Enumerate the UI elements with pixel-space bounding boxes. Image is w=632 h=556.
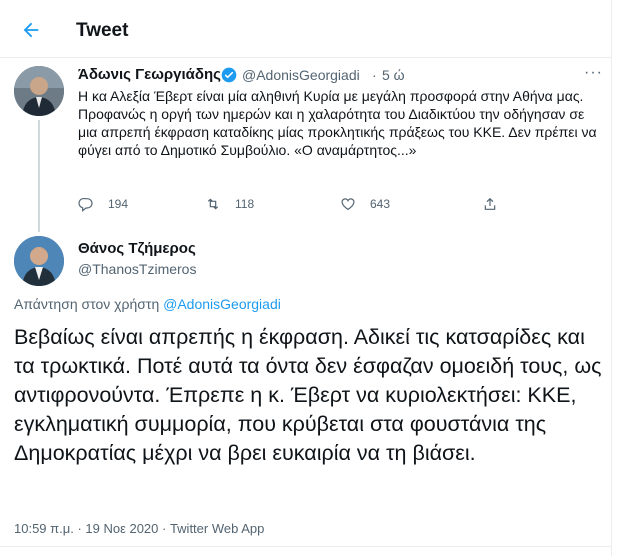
- page-title: Tweet: [76, 20, 129, 41]
- parent-author-name[interactable]: Άδωνις Γεωργιάδης: [78, 66, 221, 83]
- arrow-left-icon: [23, 22, 39, 38]
- author-handle[interactable]: @ThanosTzimeros: [78, 261, 196, 277]
- like-count: 643: [370, 197, 391, 211]
- like-button[interactable]: 643: [340, 196, 390, 212]
- share-icon: [484, 197, 496, 210]
- reply-button[interactable]: 194: [78, 196, 128, 212]
- verified-badge-icon: [221, 67, 237, 83]
- page-edge: [613, 0, 632, 556]
- reply-count: 194: [108, 197, 129, 211]
- header: Tweet: [0, 0, 612, 58]
- tweet-meta[interactable]: 10:59 π.μ. · 19 Νοε 2020 · Twitter Web A…: [14, 521, 264, 536]
- avatar[interactable]: [14, 236, 64, 286]
- parent-timestamp[interactable]: 5 ώ: [382, 67, 405, 83]
- share-button[interactable]: [482, 196, 498, 212]
- tweet-text: Βεβαίως είναι απρεπής η έκφραση. Αδικεί …: [14, 325, 602, 465]
- tweet-column: Tweet Άδωνις Γεωργιάδης @AdonisGeorgiadi…: [0, 0, 612, 556]
- dot-separator: ·: [372, 67, 377, 83]
- thread-connector: [38, 120, 40, 232]
- more-options-button[interactable]: ···: [584, 64, 603, 82]
- divider: [0, 546, 612, 547]
- avatar[interactable]: [14, 66, 64, 116]
- retweet-icon: [207, 198, 219, 210]
- retweet-count: 118: [235, 197, 255, 211]
- retweet-button[interactable]: 118: [205, 196, 254, 212]
- parent-tweet-text: Η κα Αλεξία Έβερτ είναι μία αληθινή Κυρί…: [78, 88, 597, 158]
- reply-context: Απάντηση στον χρήστη @AdonisGeorgiadi: [14, 296, 281, 312]
- reply-icon: [78, 198, 93, 212]
- reply-handle-link[interactable]: @AdonisGeorgiadi: [163, 296, 281, 312]
- heart-icon: [341, 198, 355, 211]
- parent-author-handle[interactable]: @AdonisGeorgiadi: [242, 67, 360, 83]
- author-name[interactable]: Θάνος Τζήμερος: [78, 240, 196, 257]
- reply-prefix: Απάντηση στον χρήστη: [14, 296, 164, 312]
- back-button[interactable]: [14, 13, 48, 47]
